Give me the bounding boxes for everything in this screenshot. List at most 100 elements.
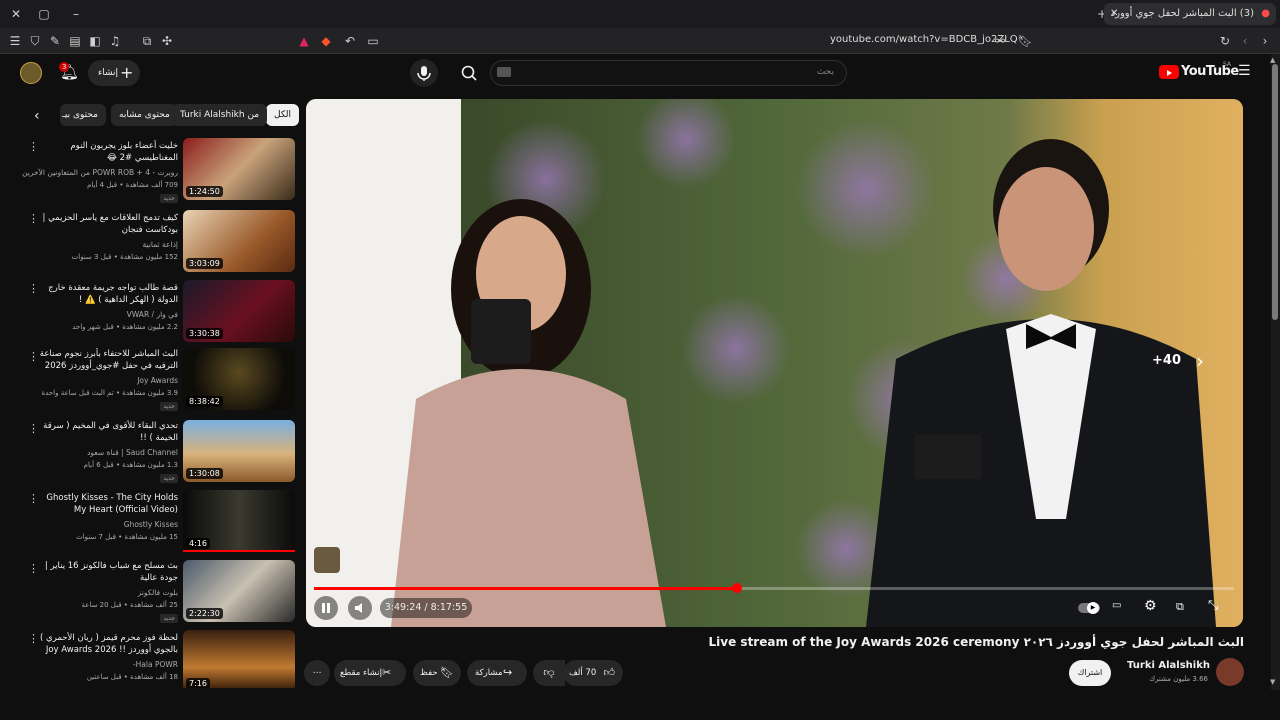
music-icon[interactable]: ♫ — [107, 33, 123, 49]
shield-icon[interactable]: ⛉ — [27, 33, 43, 49]
video-thumbnail[interactable]: 3:30:38 — [183, 280, 295, 342]
bookmark-icon[interactable]: 🔖︎ — [1017, 33, 1033, 49]
more-options-icon[interactable]: ⋮ — [28, 492, 39, 505]
video-player[interactable]: +40 › — [306, 99, 1243, 627]
channel-name[interactable]: Hala POWR- — [133, 660, 178, 669]
keyboard-icon[interactable] — [497, 67, 511, 77]
chip-related[interactable]: محتوى مشابه — [111, 104, 178, 126]
video-thumbnail[interactable]: 7:16 — [183, 630, 295, 688]
forward-icon[interactable]: › — [1257, 33, 1273, 49]
video-thumbnail[interactable]: 1:24:50 — [183, 138, 295, 200]
more-options-icon[interactable]: ⋮ — [28, 212, 39, 225]
link-icon[interactable]: ⚯ — [992, 33, 1008, 49]
overlay-count[interactable]: +40 — [1152, 353, 1181, 368]
brave-shield-icon[interactable]: ◆ — [318, 33, 334, 49]
subtitles-icon[interactable]: ▭ — [1112, 600, 1128, 614]
more-options-icon[interactable]: ⋮ — [28, 140, 39, 153]
channel-name[interactable]: في وار / VWAR — [127, 310, 178, 319]
youtube-logo-icon[interactable] — [1159, 65, 1179, 79]
share-icon: ↪ — [503, 666, 513, 679]
extension-icon[interactable]: ✎ — [47, 33, 63, 49]
scroll-down-icon[interactable]: ▼ — [1270, 678, 1275, 686]
maximize-icon[interactable]: ▢ — [36, 6, 52, 22]
subscribe-button[interactable]: اشتراك — [1069, 660, 1111, 686]
hamburger-menu-icon[interactable]: ☰ — [1238, 64, 1254, 78]
thumbs-down-icon: 👎︎ — [543, 666, 555, 679]
video-title[interactable]: كيف تدمج العلاقات مع ياسر الحزيمي | بودك… — [38, 212, 178, 236]
channel-name-main[interactable]: Turki Alalshikh — [1120, 660, 1210, 671]
thumbs-up-icon: 👍︎ — [603, 666, 616, 679]
video-thumbnail[interactable]: 3:03:09 — [183, 210, 295, 272]
scrollbar-thumb[interactable] — [1272, 64, 1278, 320]
channel-name[interactable]: إذاعة ثمانية — [143, 240, 178, 249]
history-icon[interactable]: ↶ — [342, 33, 358, 49]
chip-all[interactable]: الكل — [266, 104, 300, 126]
search-input[interactable]: بحث — [490, 60, 847, 86]
volume-button[interactable] — [348, 596, 372, 620]
video-title[interactable]: خليت أعضاء بلوز يجربون النوم المغناطيسي … — [38, 140, 178, 164]
video-title[interactable]: البث المباشر للاحتفاء بأبرز نجوم صناعة ا… — [38, 348, 178, 372]
tabs-icon[interactable]: ▤ — [67, 33, 83, 49]
cast-icon[interactable]: ▭ — [365, 33, 381, 49]
video-thumbnail[interactable]: 2:22:30 — [183, 560, 295, 622]
like-button[interactable]: 70 ألف 👍︎ — [563, 660, 623, 686]
minimize-icon[interactable]: – — [68, 6, 84, 22]
more-options-icon[interactable]: ⋮ — [28, 632, 39, 645]
tab-close-icon[interactable]: ✕ — [1110, 3, 1118, 25]
video-thumbnail[interactable]: 1:30:08 — [183, 420, 295, 482]
channel-name[interactable]: روبرت - POWR ROB + 4 من المتعاونين الآخر… — [22, 168, 178, 177]
close-window-icon[interactable]: ✕ — [8, 6, 24, 22]
chip-from-channel[interactable]: من Turki Alalshikh — [172, 104, 268, 126]
share-button[interactable]: ↪ مشاركة — [467, 660, 527, 686]
search-button[interactable] — [452, 60, 488, 86]
screenshot-icon[interactable]: ⧉ — [139, 33, 155, 49]
miniplayer-icon[interactable]: ⧉ — [1176, 600, 1192, 614]
more-options-icon[interactable]: ⋮ — [28, 282, 39, 295]
browser-tab[interactable]: (3) البث المباشر لحفل جوي أوورد ● ✕ — [1104, 3, 1276, 25]
video-title[interactable]: قصة طالب تواجه جريمة معقدة خارج الدولة (… — [38, 282, 178, 306]
avatar[interactable] — [20, 62, 42, 84]
duration-badge: 3:30:38 — [186, 328, 223, 339]
create-button[interactable]: إنشاء + — [88, 60, 140, 86]
save-button[interactable]: 🔖︎ حفظ — [413, 660, 461, 686]
pause-button[interactable] — [314, 596, 338, 620]
reload-icon[interactable]: ↻ — [1217, 33, 1233, 49]
puzzle-icon[interactable]: ✣ — [159, 33, 175, 49]
more-actions-button[interactable]: ⋯ — [304, 660, 330, 686]
channel-name[interactable]: بلوت فالكونز — [138, 588, 178, 597]
video-title[interactable]: Ghostly Kisses - The City Holds My Heart… — [38, 492, 178, 516]
next-arrow-icon[interactable]: › — [1196, 349, 1204, 373]
search-icon — [461, 65, 477, 81]
clip-button[interactable]: ✂ إنشاء مقطع — [334, 660, 406, 686]
more-horizontal-icon: ⋯ — [312, 668, 322, 678]
video-title[interactable]: بث مسلح مع شباب فالكونز 16 يناير | جودة … — [38, 560, 178, 584]
duration-badge: 3:03:09 — [186, 258, 223, 269]
video-title[interactable]: تحدي البقاء للأقوى في المخيم ( سرقة الخي… — [38, 420, 178, 444]
chip-more[interactable]: محتوى بيـ — [60, 104, 106, 126]
channel-watermark[interactable] — [314, 547, 340, 573]
video-title[interactable]: لحظة فوز محرم قيمز ( ريان الأحمري ) بالج… — [38, 632, 178, 656]
channel-name[interactable]: Saud Channel | قناة سعود — [87, 448, 178, 457]
video-thumbnail[interactable]: 4:16 — [183, 490, 295, 552]
scroll-up-icon[interactable]: ▲ — [1270, 56, 1275, 64]
channel-name[interactable]: Joy Awards — [137, 376, 178, 385]
channel-name[interactable]: Ghostly Kisses — [124, 520, 178, 529]
dislike-button[interactable]: 👎︎ — [533, 660, 565, 686]
autoplay-toggle[interactable]: ▶ — [1078, 602, 1100, 614]
settings-gear-icon[interactable]: ⚙︎ — [1144, 598, 1160, 614]
list-item[interactable]: 7:16 لحظة فوز محرم قيمز ( ريان الأحمري )… — [0, 630, 300, 688]
voice-search-button[interactable] — [410, 59, 438, 87]
more-options-icon[interactable]: ⋮ — [28, 350, 39, 363]
menu-icon[interactable]: ☰ — [7, 33, 23, 49]
browser-toolbar: ☰ ⛉ ✎ ▤ ◧ ♫ ⧉ ✣ ▲ ◆ ↶ ▭ youtube.com/watc… — [0, 28, 1280, 54]
channel-avatar[interactable] — [1216, 658, 1244, 686]
video-thumbnail[interactable]: 8:38:42 — [183, 348, 295, 410]
progress-scrubber[interactable] — [732, 583, 742, 593]
back-icon[interactable]: ‹ — [1237, 33, 1253, 49]
sidebar-icon[interactable]: ◧ — [87, 33, 103, 49]
more-options-icon[interactable]: ⋮ — [28, 422, 39, 435]
more-options-icon[interactable]: ⋮ — [28, 562, 39, 575]
chips-scroll-left-icon[interactable]: ‹ — [34, 108, 40, 124]
fullscreen-icon[interactable]: ⤡ — [1208, 598, 1224, 614]
warning-icon[interactable]: ▲ — [296, 33, 312, 49]
